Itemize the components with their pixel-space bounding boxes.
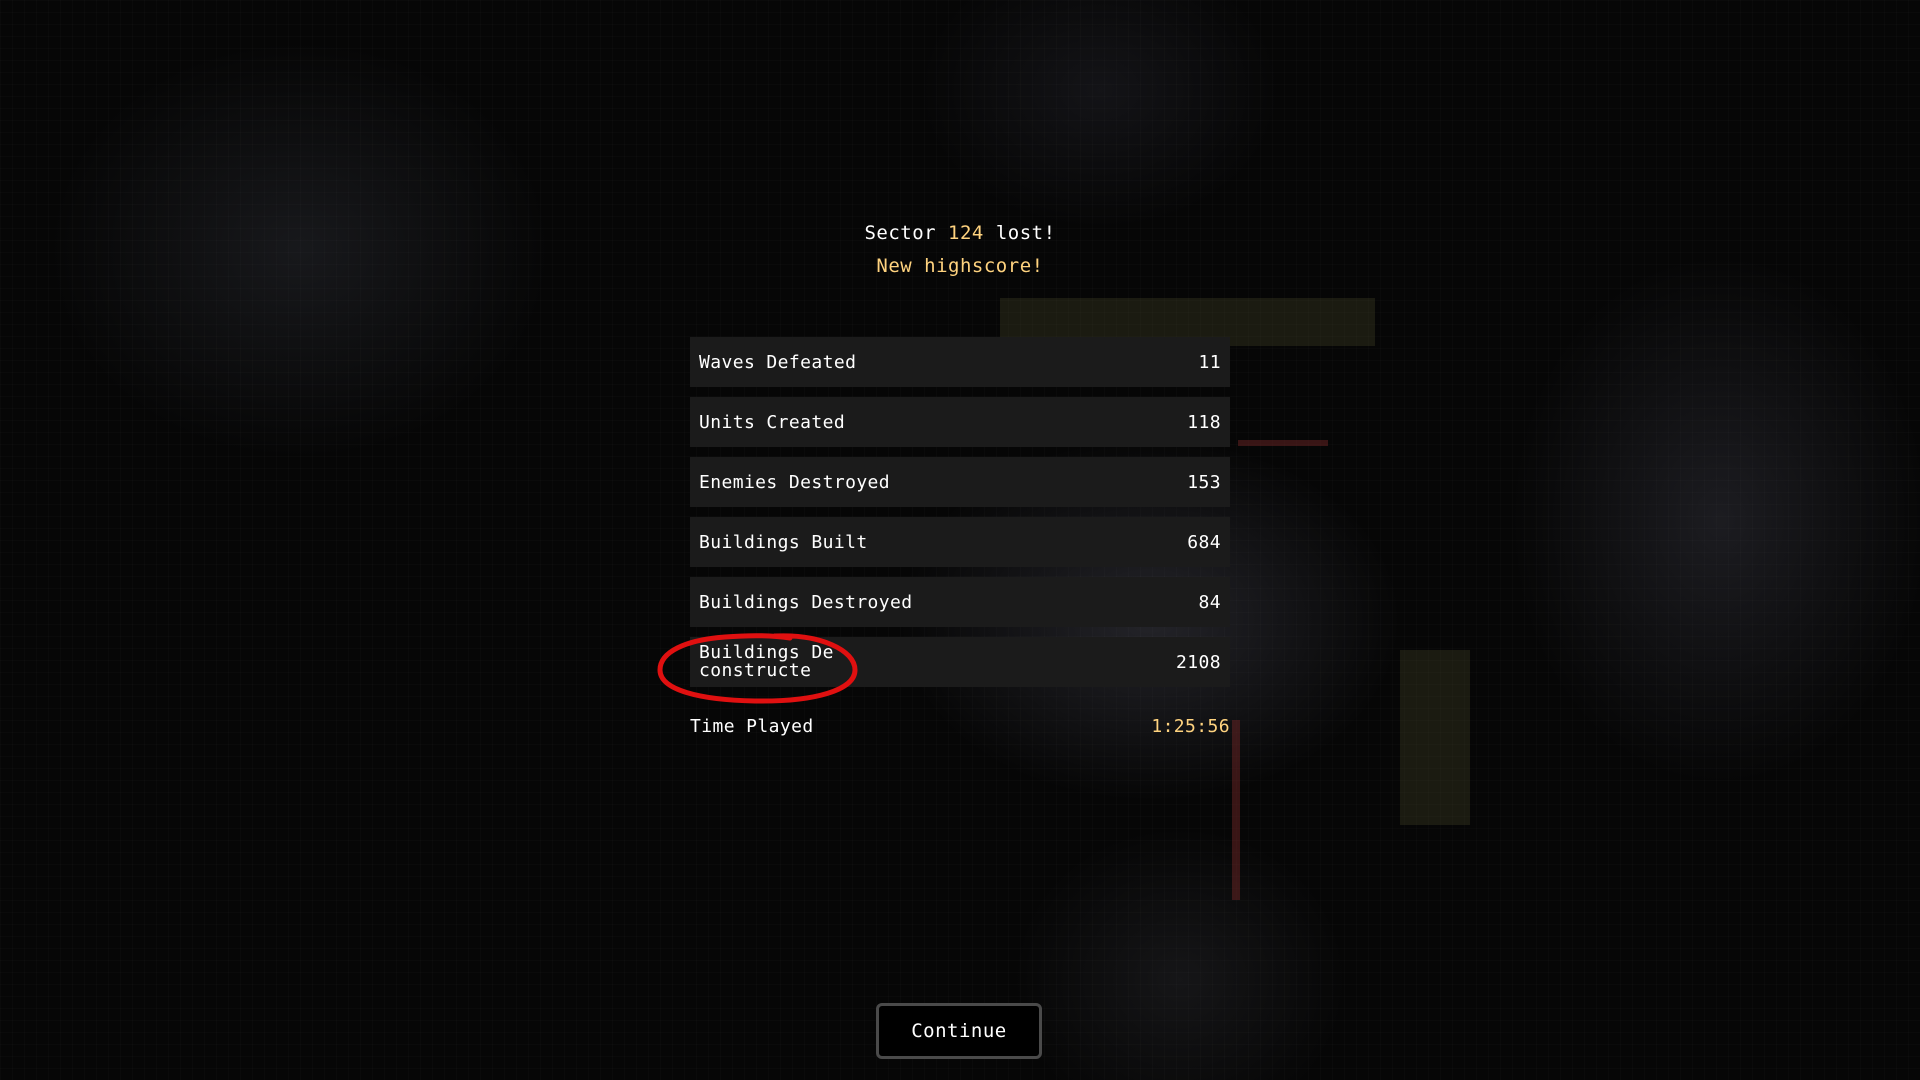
stat-label: Buildings Destroyed: [699, 591, 913, 613]
stat-label: Enemies Destroyed: [699, 471, 891, 493]
game-over-screen: Sector 124 lost! New highscore! Waves De…: [0, 0, 1920, 1080]
time-played-value: 1:25:56: [1151, 716, 1230, 737]
stat-row-buildings-destroyed: Buildings Destroyed 84: [690, 577, 1230, 627]
highscore-label: New highscore!: [876, 255, 1044, 277]
stat-label: Units Created: [699, 411, 846, 433]
stat-row-buildings-deconstructed: Buildings Deconstructe 2108: [690, 637, 1230, 687]
stat-label: Buildings Deconstructe: [699, 642, 834, 681]
sector-lost-suffix: lost!: [983, 222, 1056, 244]
stat-value: 84: [1198, 591, 1221, 613]
sector-number: 124: [948, 222, 984, 244]
stat-value: 2108: [1176, 651, 1221, 673]
sector-lost-title: Sector 124 lost!: [0, 222, 1920, 244]
stat-label: Waves Defeated: [699, 351, 857, 373]
stat-row-buildings-built: Buildings Built 684: [690, 517, 1230, 567]
stat-row-waves-defeated: Waves Defeated 11: [690, 337, 1230, 387]
stat-value: 118: [1187, 411, 1221, 433]
stat-row-enemies-destroyed: Enemies Destroyed 153: [690, 457, 1230, 507]
continue-button[interactable]: Continue: [876, 1003, 1042, 1059]
stat-row-units-created: Units Created 118: [690, 397, 1230, 447]
stats-table: Waves Defeated 11 Units Created 118 Enem…: [690, 337, 1230, 697]
sector-lost-prefix: Sector: [864, 222, 949, 244]
time-played-row: Time Played 1:25:56: [690, 716, 1230, 737]
map-conveyor: [1238, 440, 1328, 446]
map-structure: [1400, 650, 1470, 825]
stat-value: 684: [1187, 531, 1221, 553]
stat-label: Buildings Built: [699, 531, 868, 553]
stat-value: 11: [1198, 351, 1221, 373]
map-conveyor: [1232, 720, 1240, 900]
stat-value: 153: [1187, 471, 1221, 493]
time-played-label: Time Played: [690, 716, 814, 737]
